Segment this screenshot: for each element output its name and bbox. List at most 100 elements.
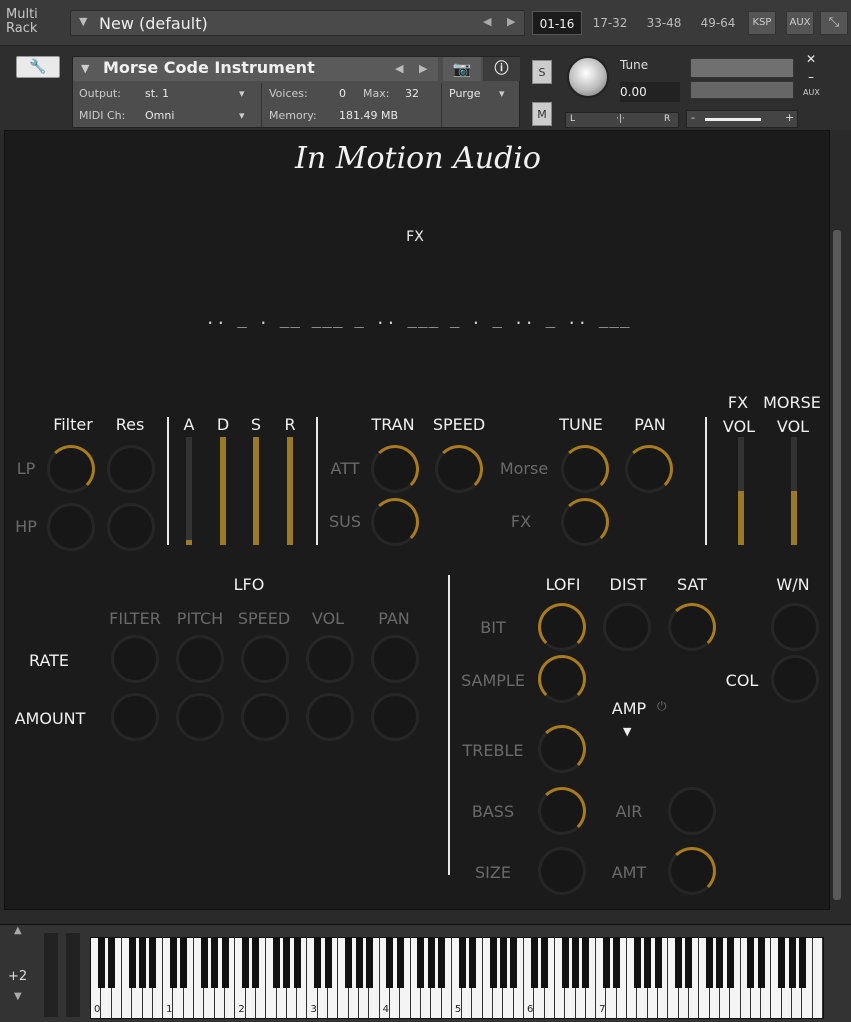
black-key[interactable]: [468, 938, 476, 988]
air-knob[interactable]: [668, 787, 716, 835]
black-key[interactable]: [561, 938, 569, 988]
hp-cutoff-knob[interactable]: [47, 503, 95, 551]
black-key[interactable]: [602, 938, 610, 988]
black-key[interactable]: [438, 938, 446, 988]
lfo-filter-amount-knob[interactable]: [111, 693, 159, 741]
amp-dropdown-icon[interactable]: ▼: [623, 725, 631, 738]
black-key[interactable]: [97, 938, 105, 988]
sat-knob[interactable]: [668, 603, 716, 651]
page-tab-4[interactable]: 49-64: [694, 11, 742, 35]
black-key[interactable]: [499, 938, 507, 988]
lfo-filter-rate-knob[interactable]: [111, 635, 159, 683]
output-value[interactable]: st. 1: [145, 84, 169, 104]
black-key[interactable]: [149, 938, 157, 988]
black-key[interactable]: [530, 938, 538, 988]
dropdown-arrow-icon[interactable]: ▾: [239, 84, 245, 104]
mod-wheel[interactable]: [66, 933, 80, 1017]
power-icon[interactable]: ⏻: [657, 699, 667, 714]
scrollbar[interactable]: [830, 130, 844, 910]
octave-up-icon[interactable]: ▲: [14, 925, 22, 936]
black-key[interactable]: [108, 938, 116, 988]
black-key[interactable]: [644, 938, 652, 988]
black-key[interactable]: [252, 938, 260, 988]
black-key[interactable]: [314, 938, 322, 988]
black-key[interactable]: [417, 938, 425, 988]
octave-down-icon[interactable]: ▼: [14, 991, 22, 1002]
lfo-pan-amount-knob[interactable]: [371, 693, 419, 741]
black-key[interactable]: [726, 938, 734, 988]
black-key[interactable]: [355, 938, 363, 988]
piano-keys[interactable]: 0 1 2 3 4 5 6 7: [90, 937, 824, 1019]
lfo-vol-rate-knob[interactable]: [306, 635, 354, 683]
lfo-speed-amount-knob[interactable]: [241, 693, 289, 741]
black-key[interactable]: [747, 938, 755, 988]
purge-menu[interactable]: Purge: [449, 84, 481, 104]
black-key[interactable]: [180, 938, 188, 988]
decay-fader[interactable]: [220, 437, 226, 545]
camera-icon[interactable]: 📷: [443, 57, 481, 81]
black-key[interactable]: [572, 938, 580, 988]
instrument-name-row[interactable]: ▼ Morse Code Instrument ◀ ▶: [73, 57, 438, 81]
black-key[interactable]: [541, 938, 549, 988]
ksp-button[interactable]: KSP: [748, 11, 776, 35]
lfo-pitch-amount-knob[interactable]: [176, 693, 224, 741]
morse-volume-fader[interactable]: [791, 437, 797, 545]
dropdown-arrow-icon[interactable]: ▼: [81, 62, 89, 75]
black-key[interactable]: [458, 938, 466, 988]
lp-res-knob[interactable]: [107, 445, 155, 493]
dropdown-arrow-icon[interactable]: ▾: [499, 84, 505, 104]
black-key[interactable]: [293, 938, 301, 988]
fx-volume-fader[interactable]: [738, 437, 744, 545]
rack-preset-selector[interactable]: ▼ New (default) ◀ ▶: [70, 10, 525, 36]
midi-channel-value[interactable]: Omni: [145, 106, 174, 126]
treble-knob[interactable]: [538, 725, 586, 773]
page-tab-3[interactable]: 33-48: [640, 11, 688, 35]
sustain-fader[interactable]: [253, 437, 259, 545]
lfo-vol-amount-knob[interactable]: [306, 693, 354, 741]
black-key[interactable]: [716, 938, 724, 988]
aux-button[interactable]: AUX: [786, 11, 814, 35]
scrollbar-thumb[interactable]: [833, 230, 841, 900]
black-key[interactable]: [169, 938, 177, 988]
dropdown-arrow-icon[interactable]: ▾: [239, 106, 245, 126]
pan-slider[interactable]: L ·|· R: [565, 112, 679, 128]
next-arrow-icon[interactable]: ▶: [419, 62, 427, 75]
lfo-pan-rate-knob[interactable]: [371, 635, 419, 683]
fx-tune-knob[interactable]: [561, 498, 609, 546]
minimize-icon[interactable]: –: [808, 70, 814, 84]
lofi-bit-knob[interactable]: [538, 603, 586, 651]
morse-pan-knob[interactable]: [625, 445, 673, 493]
black-key[interactable]: [685, 938, 693, 988]
morse-tune-knob[interactable]: [561, 445, 609, 493]
black-key[interactable]: [510, 938, 518, 988]
tran-sus-knob[interactable]: [371, 498, 419, 546]
black-key[interactable]: [778, 938, 786, 988]
black-key[interactable]: [489, 938, 497, 988]
dist-knob[interactable]: [603, 603, 651, 651]
black-key[interactable]: [675, 938, 683, 988]
attack-fader[interactable]: [186, 437, 192, 545]
speed-knob[interactable]: [435, 445, 483, 493]
page-tab-1[interactable]: 01-16: [532, 11, 582, 35]
mute-button[interactable]: M: [532, 102, 552, 126]
amt-knob[interactable]: [668, 847, 716, 895]
black-key[interactable]: [386, 938, 394, 988]
wrench-icon[interactable]: 🔧: [16, 56, 60, 78]
black-key[interactable]: [582, 938, 590, 988]
black-key[interactable]: [654, 938, 662, 988]
lfo-speed-rate-knob[interactable]: [241, 635, 289, 683]
black-key[interactable]: [798, 938, 806, 988]
volume-minus[interactable]: -: [691, 111, 695, 124]
max-voices-value[interactable]: 32: [405, 84, 419, 104]
previous-arrow-icon[interactable]: ◀: [483, 15, 491, 28]
black-key[interactable]: [427, 938, 435, 988]
lfo-pitch-rate-knob[interactable]: [176, 635, 224, 683]
volume-slider[interactable]: - +: [686, 110, 798, 128]
page-tab-2[interactable]: 17-32: [586, 11, 634, 35]
volume-plus[interactable]: +: [785, 111, 794, 124]
black-key[interactable]: [396, 938, 404, 988]
bass-knob[interactable]: [538, 787, 586, 835]
close-icon[interactable]: ✕: [806, 52, 816, 66]
black-key[interactable]: [283, 938, 291, 988]
next-arrow-icon[interactable]: ▶: [507, 15, 515, 28]
